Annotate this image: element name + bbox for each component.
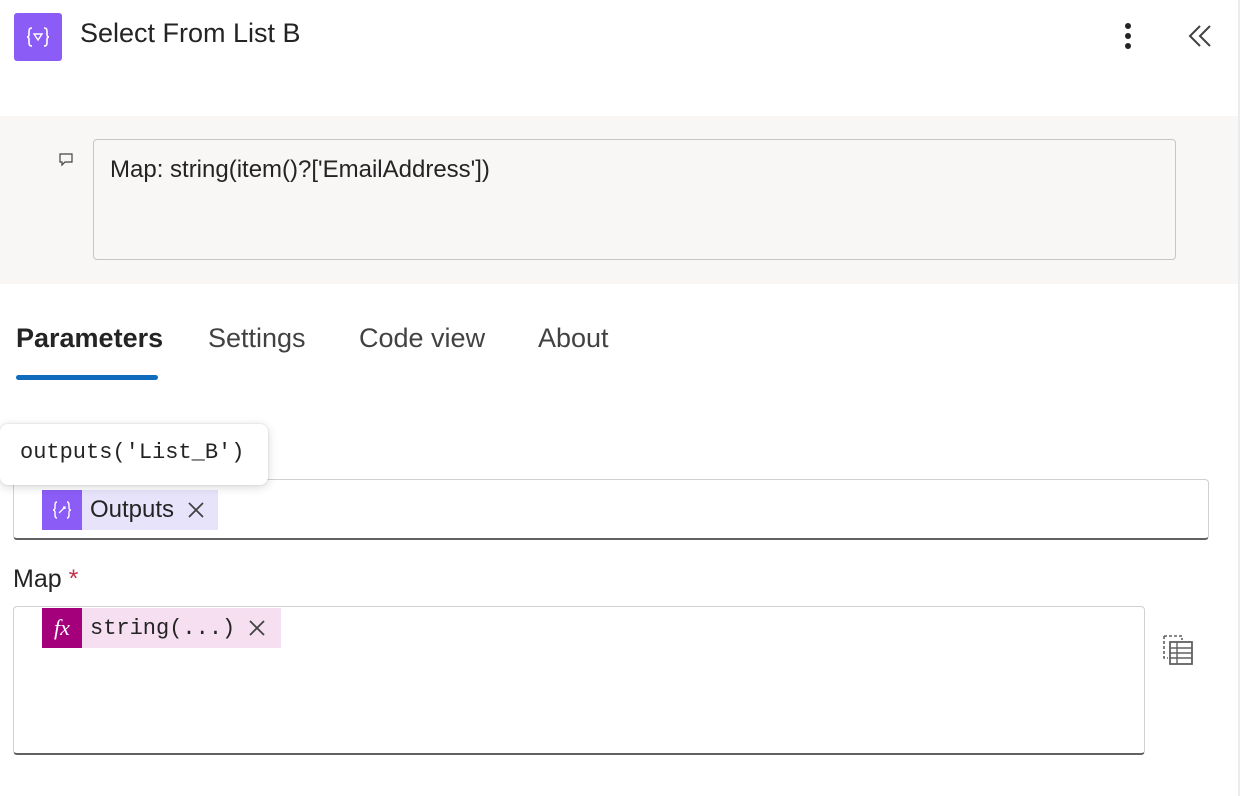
tab-parameters[interactable]: Parameters — [16, 323, 163, 354]
map-label-text: Map — [13, 565, 62, 593]
more-options-button[interactable] — [1110, 18, 1146, 54]
token-tooltip: outputs('List_B') — [0, 424, 268, 485]
map-field[interactable]: fx string(...) — [13, 606, 1145, 755]
outputs-token[interactable]: Outputs — [42, 490, 219, 530]
active-tab-indicator — [16, 375, 158, 380]
remove-expression-token-button[interactable] — [247, 618, 267, 638]
panel-border — [1238, 0, 1240, 796]
collapse-panel-button[interactable] — [1180, 18, 1220, 54]
tab-settings[interactable]: Settings — [208, 323, 306, 354]
data-operation-icon — [14, 13, 62, 61]
tab-about[interactable]: About — [538, 323, 609, 354]
more-vertical-icon — [1125, 23, 1131, 49]
outputs-token-label: Outputs — [90, 496, 175, 523]
map-label: Map * — [13, 565, 78, 594]
tab-code-view[interactable]: Code view — [359, 323, 485, 354]
comment-icon — [58, 152, 74, 168]
switch-to-table-mode-button[interactable] — [1158, 630, 1198, 670]
from-field[interactable]: Outputs — [13, 479, 1209, 540]
expression-token[interactable]: fx string(...) — [42, 608, 282, 648]
close-icon — [249, 620, 265, 636]
expression-token-label: string(...) — [90, 615, 236, 641]
dynamic-content-icon — [42, 490, 82, 530]
page-title: Select From List B — [80, 18, 301, 48]
comment-input[interactable]: Map: string(item()?['EmailAddress']) — [93, 139, 1176, 260]
required-indicator: * — [68, 565, 79, 593]
double-chevron-left-icon — [1188, 25, 1211, 47]
close-icon — [188, 502, 204, 518]
remove-outputs-token-button[interactable] — [186, 500, 206, 520]
fx-icon: fx — [42, 608, 82, 648]
table-switch-icon — [1163, 635, 1193, 665]
